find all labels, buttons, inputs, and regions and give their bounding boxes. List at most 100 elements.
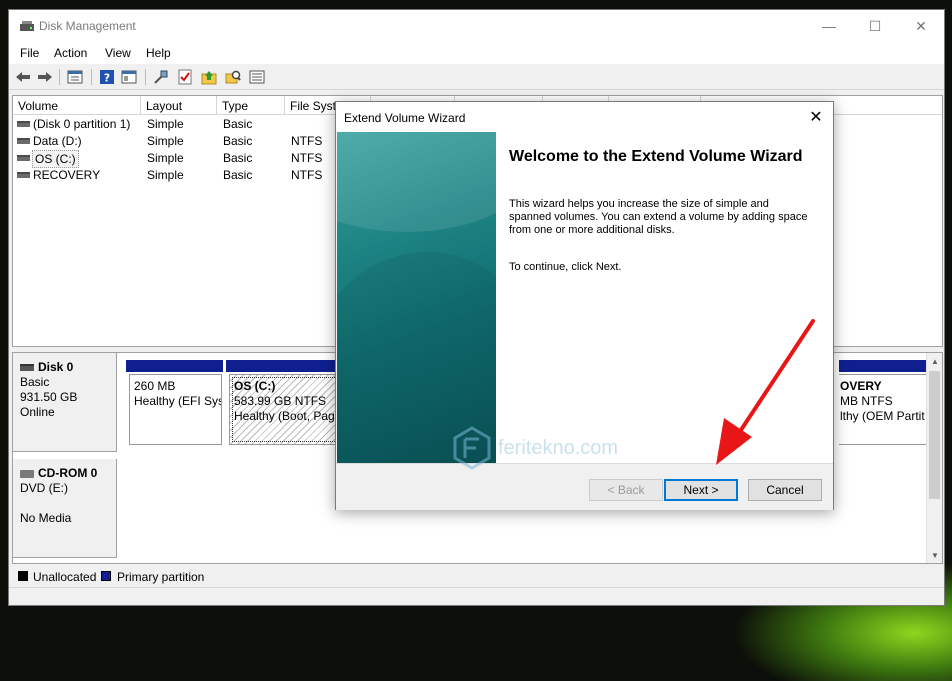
wizard-heading: Welcome to the Extend Volume Wizard [509, 148, 803, 165]
dialog-title: Extend Volume Wizard [344, 111, 466, 125]
scroll-down-icon[interactable]: ▼ [927, 547, 942, 563]
partition-size: 583.99 GB NTFS [234, 394, 327, 408]
help-icon[interactable]: ? [99, 69, 115, 85]
toolbar-separator [59, 69, 60, 85]
minimize-button[interactable]: — [806, 10, 852, 42]
volume-layout: Simple [147, 117, 184, 131]
partition-title: OVERY [840, 379, 882, 393]
volume-type: Basic [223, 134, 253, 148]
disk-0-kind: Basic [20, 375, 50, 389]
cdrom-0-name: CD-ROM 0 [38, 466, 98, 480]
wizard-continue-text: To continue, click Next. [509, 261, 622, 273]
menu-view[interactable]: View [105, 46, 131, 60]
watermark-logo-icon [453, 426, 491, 470]
disk-0-label[interactable]: Disk 0 Basic 931.50 GB Online [13, 353, 117, 452]
search-folder-icon[interactable] [225, 69, 241, 85]
vertical-scrollbar[interactable]: ▲ ▼ [926, 353, 942, 563]
close-window-button[interactable]: ✕ [898, 10, 944, 42]
volume-type: Basic [223, 151, 253, 165]
close-icon: ✕ [915, 17, 927, 34]
maximize-icon: ☐ [868, 17, 882, 34]
next-button[interactable]: Next > [664, 479, 738, 501]
volume-name: RECOVERY [33, 168, 101, 182]
legend-swatch-unallocated [18, 571, 28, 581]
partition-header-os [226, 360, 348, 372]
close-icon: ✕ [809, 109, 823, 126]
partition-size: MB NTFS [840, 394, 893, 408]
column-header-layout[interactable]: Layout [141, 96, 217, 115]
partition-desc: Healthy (Boot, Page F [234, 409, 348, 423]
column-header-volume[interactable]: Volume [13, 96, 141, 115]
volume-layout: Simple [147, 151, 184, 165]
new-folder-up-icon[interactable] [201, 69, 217, 85]
partition-size: 260 MB [134, 379, 176, 393]
toolbar-separator [145, 69, 146, 85]
checklist-icon[interactable] [177, 69, 193, 85]
cdrom-0-label[interactable]: CD-ROM 0 DVD (E:) No Media [13, 459, 117, 558]
dialog-title-bar: Extend Volume Wizard ✕ [336, 102, 833, 132]
dialog-footer: < Back Next > Cancel [336, 463, 833, 510]
disk-0-size: 931.50 GB [20, 390, 78, 404]
partition-os-c[interactable]: OS (C:) 583.99 GB NTFS Healthy (Boot, Pa… [229, 374, 348, 445]
volume-layout: Simple [147, 168, 184, 182]
volume-name: OS (C:) [32, 150, 79, 168]
console-tree-icon[interactable] [67, 69, 83, 85]
title-bar: Disk Management — ☐ ✕ [9, 10, 944, 42]
partition-header-efi [126, 360, 223, 372]
volume-layout: Simple [147, 134, 184, 148]
disk-0-name: Disk 0 [38, 360, 74, 374]
menu-action[interactable]: Action [54, 46, 87, 60]
list-view-icon[interactable] [249, 69, 265, 85]
properties-icon[interactable] [121, 69, 137, 85]
disk-0-status: Online [20, 405, 55, 419]
column-header-type[interactable]: Type [217, 96, 285, 115]
forward-arrow-icon[interactable] [37, 69, 53, 85]
back-arrow-icon[interactable] [15, 69, 31, 85]
legend-label-primary: Primary partition [117, 570, 205, 584]
drive-icon [17, 172, 30, 178]
svg-text:?: ? [104, 72, 110, 85]
drive-icon [17, 121, 30, 127]
wizard-content: Welcome to the Extend Volume Wizard This… [496, 132, 833, 463]
toolbar-separator [91, 69, 92, 85]
dialog-close-button[interactable]: ✕ [799, 102, 833, 132]
cdrom-icon [20, 469, 34, 478]
partition-desc: lthy (OEM Partit [840, 409, 925, 423]
partition-title: OS (C:) [234, 379, 276, 393]
volume-name: (Disk 0 partition 1) [33, 117, 131, 131]
window-title: Disk Management [39, 19, 136, 33]
partition-efi[interactable]: 260 MB Healthy (EFI Sys [129, 374, 222, 445]
partition-desc: Healthy (EFI Sys [134, 394, 222, 408]
maximize-button[interactable]: ☐ [852, 10, 898, 42]
disk-management-app-icon [20, 21, 34, 31]
legend-bar: Unallocated Primary partition [12, 566, 943, 586]
menu-help[interactable]: Help [146, 46, 171, 60]
volume-type: Basic [223, 168, 253, 182]
partition-recovery[interactable]: OVERY MB NTFS lthy (OEM Partit [839, 374, 931, 445]
toolbar: ? [9, 64, 944, 90]
status-bar [9, 587, 944, 605]
wizard-description: This wizard helps you increase the size … [509, 198, 808, 236]
scroll-thumb[interactable] [929, 371, 940, 499]
disk-icon [20, 364, 34, 371]
drive-icon [17, 155, 30, 161]
cdrom-0-status: No Media [20, 511, 72, 525]
menu-file[interactable]: File [20, 46, 39, 60]
drive-icon [17, 138, 30, 144]
volume-type: Basic [223, 117, 253, 131]
connect-icon[interactable] [153, 69, 169, 85]
cdrom-0-spacer [20, 496, 109, 511]
watermark-text: feritekno.com [498, 436, 619, 459]
cdrom-0-kind: DVD (E:) [20, 481, 68, 495]
volume-file-system: NTFS [291, 168, 323, 182]
scroll-up-icon[interactable]: ▲ [927, 353, 942, 369]
minimize-icon: — [822, 18, 836, 34]
cancel-button[interactable]: Cancel [748, 479, 822, 501]
legend-swatch-primary [101, 571, 111, 581]
legend-label-unallocated: Unallocated [33, 570, 97, 584]
back-button[interactable]: < Back [589, 479, 663, 501]
partition-header-recovery [839, 360, 931, 372]
volume-file-system: NTFS [291, 151, 323, 165]
watermark: feritekno.com [452, 426, 618, 470]
volume-file-system: NTFS [291, 134, 323, 148]
